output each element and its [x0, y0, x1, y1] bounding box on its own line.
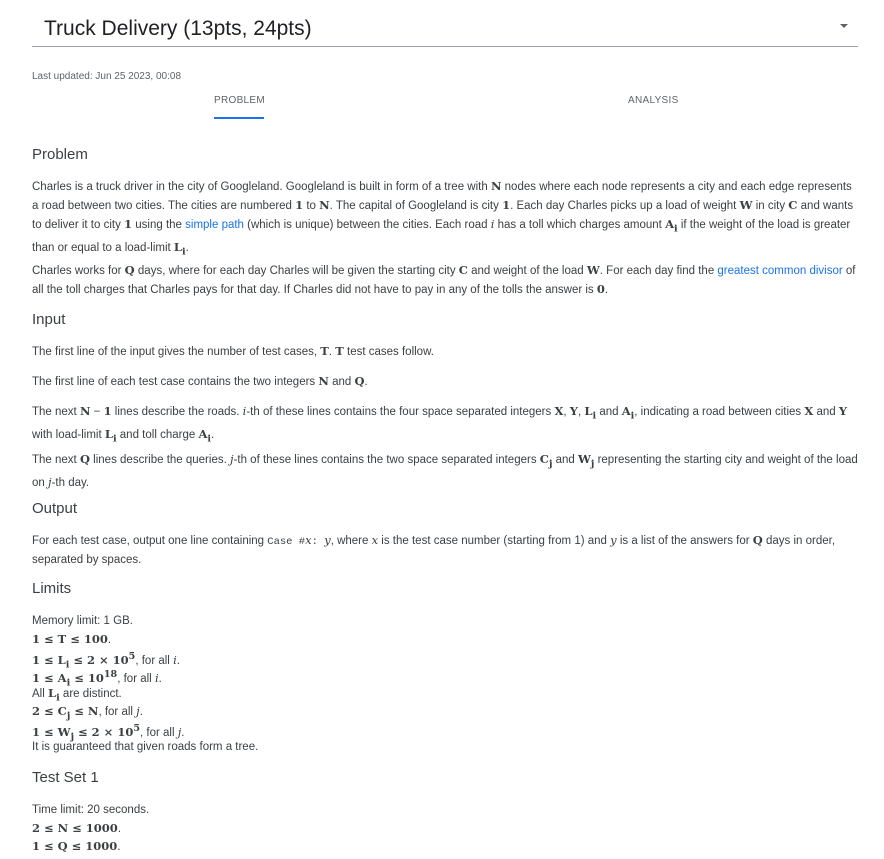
tab-problem[interactable]: PROBLEM: [214, 95, 265, 106]
last-updated: Last updated: Jun 25 2023, 00:08: [32, 71, 182, 82]
limit-tree: It is guaranteed that given roads form a…: [32, 741, 259, 753]
tab-analysis[interactable]: ANALYSIS: [628, 95, 679, 106]
simple-path-link[interactable]: simple path: [185, 219, 244, 231]
input-line-3: The next N − 1 lines describe the roads.…: [32, 404, 848, 445]
page-title: Truck Delivery (13pts, 24pts): [44, 17, 312, 40]
heading-input: Input: [32, 311, 66, 328]
input-line-4: The next Q lines describe the queries. j…: [32, 452, 858, 490]
input-line-1: The first line of the input gives the nu…: [32, 344, 434, 358]
heading-test-set-1: Test Set 1: [32, 769, 99, 786]
limit-t: 1 ≤ T ≤ 100.: [32, 632, 112, 646]
chevron-down-icon[interactable]: [840, 24, 848, 28]
active-tab-indicator: [214, 117, 264, 119]
testset1-time: Time limit: 20 seconds.: [32, 804, 150, 816]
heading-problem: Problem: [32, 146, 88, 163]
testset1-n: 2 ≤ N ≤ 1000.: [32, 821, 122, 835]
problem-selector[interactable]: Truck Delivery (13pts, 24pts): [32, 10, 858, 47]
input-line-2: The first line of each test case contain…: [32, 374, 368, 388]
heading-output: Output: [32, 500, 78, 517]
output-paragraph: For each test case, output one line cont…: [32, 533, 836, 566]
problem-paragraph-1: Charles is a truck driver in the city of…: [32, 179, 854, 258]
gcd-link[interactable]: greatest common divisor: [717, 265, 842, 277]
heading-limits: Limits: [32, 580, 72, 597]
testset1-q: 1 ≤ Q ≤ 1000.: [32, 839, 121, 853]
problem-paragraph-2: Charles works for Q days, where for each…: [32, 263, 856, 296]
limit-memory: Memory limit: 1 GB.: [32, 615, 133, 627]
